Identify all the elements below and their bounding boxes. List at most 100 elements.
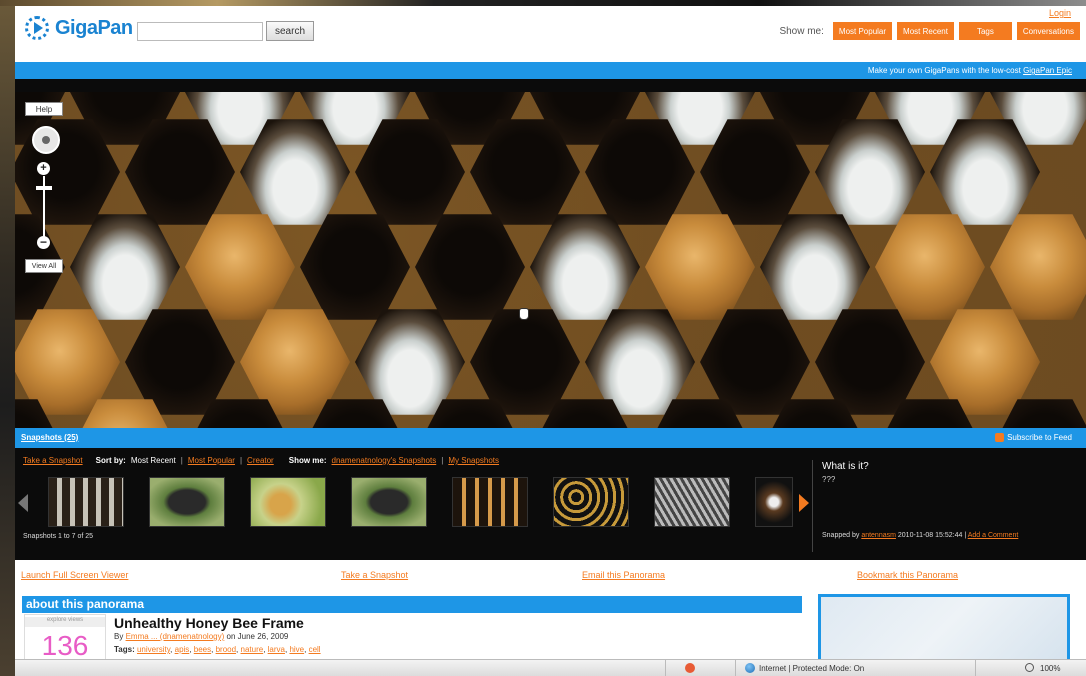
panorama-author-line: By Emma ... (dnamenatnology) on June 26,… <box>114 632 288 641</box>
larva-cell <box>70 214 180 320</box>
search-input[interactable] <box>137 22 263 41</box>
larva-cell <box>530 214 640 320</box>
sort-most-popular-link[interactable]: Most Popular <box>188 456 235 465</box>
rss-icon <box>995 433 1005 442</box>
zoom-slider-handle[interactable] <box>36 186 52 190</box>
capped-cell <box>645 214 755 320</box>
snapshot-thumbnail[interactable] <box>452 477 528 527</box>
snapshots-toolbar: Take a Snapshot Sort by: Most Recent | M… <box>23 456 499 465</box>
security-zone-text: Internet | Protected Mode: On <box>759 664 865 673</box>
tag-link[interactable]: university <box>137 645 170 654</box>
browser-window: GigaPan search Login Show me: Most Popul… <box>0 0 1086 676</box>
status-divider <box>735 660 736 676</box>
full-screen-viewer-link[interactable]: Launch Full Screen Viewer <box>21 570 128 580</box>
larva-cell <box>760 214 870 320</box>
snapshots-count: Snapshots 1 to 7 of 25 <box>23 533 94 540</box>
panorama-viewer[interactable]: Help + − View All <box>15 92 1086 428</box>
show-me-label: Show me: <box>779 25 824 37</box>
snapshot-title: What is it? <box>822 461 869 472</box>
desktop-background <box>0 0 15 676</box>
gigapan-epic-link[interactable]: GigaPan Epic <box>1023 66 1072 75</box>
views-label: explore views <box>25 617 105 627</box>
most-recent-button[interactable]: Most Recent <box>897 22 954 40</box>
email-panorama-link[interactable]: Email this Panorama <box>582 570 665 580</box>
sort-creator-link[interactable]: Creator <box>247 456 274 465</box>
views-count: 136 <box>41 630 89 661</box>
by-prefix: By <box>114 632 126 641</box>
panorama-tags: Tags: university, apis, bees, brood, nat… <box>114 645 321 654</box>
browser-status-bar: Internet | Protected Mode: On 100% <box>15 659 1086 676</box>
add-comment-link[interactable]: Add a Comment <box>968 532 1019 539</box>
snapshots-panel: Take a Snapshot Sort by: Most Recent | M… <box>15 448 1086 560</box>
tag-link[interactable]: hive <box>289 645 304 654</box>
snapped-by-prefix: Snapped by <box>822 532 862 539</box>
capped-cell <box>875 214 985 320</box>
logo-text: GigaPan <box>55 16 133 39</box>
my-snapshots-link[interactable]: My Snapshots <box>448 456 499 465</box>
about-panel-header: about this panorama <box>22 596 802 613</box>
tag-link[interactable]: apis <box>175 645 190 654</box>
divider <box>812 460 813 552</box>
snapped-by-user-link[interactable]: antennasm <box>861 532 896 539</box>
snapshot-thumbnail[interactable] <box>654 477 730 527</box>
help-button[interactable]: Help <box>25 102 63 116</box>
sort-most-recent[interactable]: Most Recent <box>131 456 176 465</box>
location-map[interactable] <box>818 594 1070 664</box>
author-link[interactable]: Emma ... (dnamenatnology) <box>126 632 225 641</box>
most-popular-button[interactable]: Most Popular <box>832 22 893 40</box>
zoom-magnifier-icon[interactable] <box>1025 663 1034 672</box>
separator: | <box>180 456 183 465</box>
panorama-actions: Launch Full Screen Viewer Take a Snapsho… <box>15 560 1086 592</box>
site-header: GigaPan search Login Show me: Most Popul… <box>15 6 1086 62</box>
capped-cell <box>990 214 1086 320</box>
show-me-nav: Show me: Most Popular Most Recent Tags C… <box>779 22 1080 40</box>
addon-icon[interactable] <box>685 663 695 673</box>
zoom-in-icon[interactable]: + <box>37 162 50 175</box>
take-snapshot-link[interactable]: Take a Snapshot <box>23 456 83 465</box>
snapshots-title[interactable]: Snapshots (25) <box>21 433 78 442</box>
snapshot-thumbnail[interactable] <box>755 477 793 527</box>
tag-link[interactable]: brood <box>216 645 236 654</box>
user-snapshots-link[interactable]: dnamenatnology's Snapshots <box>332 456 437 465</box>
hand-cursor-icon <box>519 308 529 320</box>
login-link[interactable]: Login <box>1049 8 1071 18</box>
bookmark-panorama-link[interactable]: Bookmark this Panorama <box>857 570 958 580</box>
promo-bar: Make your own GigaPans with the low-cost… <box>15 62 1086 79</box>
snapshot-thumbnail[interactable] <box>351 477 427 527</box>
pan-control-icon[interactable] <box>32 126 60 154</box>
take-snapshot-link-bottom[interactable]: Take a Snapshot <box>341 570 408 580</box>
tags-label: Tags: <box>114 645 137 654</box>
subscribe-feed-link[interactable]: Subscribe to Feed <box>995 433 1072 442</box>
snapshots-bar: Snapshots (25) Subscribe to Feed <box>15 428 1086 448</box>
panorama-title: Unhealthy Honey Bee Frame <box>114 615 304 631</box>
zoom-level[interactable]: 100% <box>1040 664 1060 673</box>
tag-link[interactable]: larva <box>268 645 285 654</box>
internet-zone-icon <box>745 663 755 673</box>
panorama-date: on June 26, 2009 <box>224 632 289 641</box>
status-divider <box>975 660 976 676</box>
zoom-out-icon[interactable]: − <box>37 236 50 249</box>
tag-link[interactable]: bees <box>194 645 211 654</box>
search-button[interactable]: search <box>266 21 314 41</box>
snapshot-thumbnail[interactable] <box>149 477 225 527</box>
tag-link[interactable]: cell <box>309 645 321 654</box>
empty-cell <box>300 214 410 320</box>
gigapan-logo[interactable]: GigaPan <box>25 16 133 40</box>
tags-button[interactable]: Tags <box>958 22 1012 40</box>
snapshot-thumbnail[interactable] <box>48 477 124 527</box>
previous-arrow-icon[interactable] <box>18 494 28 512</box>
promo-text: Make your own GigaPans with the low-cost <box>867 66 1024 75</box>
status-divider <box>665 660 666 676</box>
view-all-button[interactable]: View All <box>25 259 63 273</box>
snapshot-description: ??? <box>822 475 836 484</box>
views-counter: explore views 136 <box>24 614 106 664</box>
snapshot-thumbnail[interactable] <box>250 477 326 527</box>
next-arrow-icon[interactable] <box>799 494 809 512</box>
sort-by-label: Sort by: <box>95 456 126 465</box>
capped-cell <box>185 214 295 320</box>
show-me-snapshots-label: Show me: <box>288 456 327 465</box>
snapshot-thumbnail[interactable] <box>553 477 629 527</box>
conversations-button[interactable]: Conversations <box>1016 22 1080 40</box>
snapped-by-line: Snapped by antennasm 2010-11-08 15:52:44… <box>822 532 1018 539</box>
tag-link[interactable]: nature <box>241 645 264 654</box>
